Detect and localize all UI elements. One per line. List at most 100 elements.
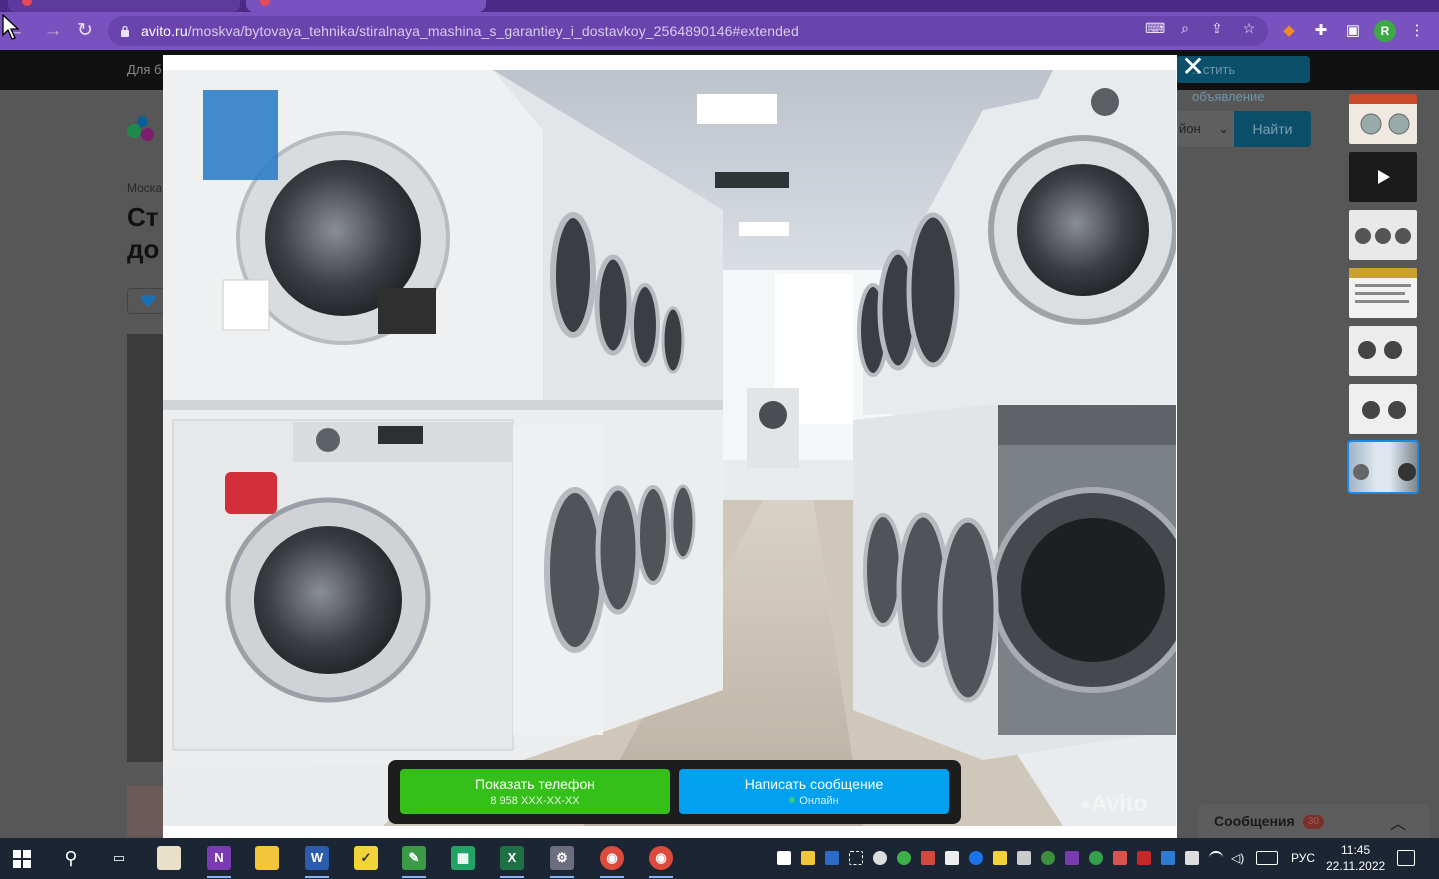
translate-icon[interactable]: ⌨ — [1145, 20, 1165, 36]
watermark-text: Avito — [1090, 790, 1148, 816]
app-tray-icon[interactable] — [825, 851, 839, 865]
url-host: avito.ru — [141, 23, 188, 39]
onenote-tray-icon[interactable] — [1065, 851, 1079, 865]
network-app-icon[interactable]: ⚙ — [550, 846, 574, 878]
main-gallery[interactable] — [127, 334, 167, 762]
wifi-icon[interactable] — [1209, 851, 1223, 865]
washer-photo-icon — [1362, 401, 1406, 419]
thumbnail-4-reviews[interactable] — [1349, 268, 1417, 318]
side-panel-icon[interactable]: ▣ — [1344, 22, 1362, 40]
sticky-notes-icon[interactable]: ✓ — [354, 846, 378, 870]
messages-count-badge: 30 — [1303, 815, 1325, 829]
search-icon[interactable]: ⚲ — [59, 846, 83, 870]
thumbnail-7-selected[interactable] — [1347, 440, 1419, 494]
volume-icon[interactable]: ◁) — [1231, 851, 1245, 865]
taskbar-clock[interactable]: 11:45 22.11.2022 — [1326, 842, 1385, 874]
ex-tray-icon[interactable] — [1161, 851, 1175, 865]
address-bar: ← → ↻ avito.ru/moskva/bytovaya_tehnika/s… — [0, 12, 1439, 50]
puzzle-extension-icon[interactable]: ✚ — [1312, 22, 1330, 40]
page-title-line2: до — [127, 234, 160, 264]
washer-photo-icon — [1355, 228, 1411, 244]
folder-tray-icon[interactable] — [801, 851, 815, 865]
word-icon[interactable]: W — [305, 846, 329, 878]
chrome-profile-icon[interactable]: ◉ — [649, 846, 673, 878]
thumbnail-2-video[interactable] — [1349, 152, 1417, 202]
close-icon[interactable]: ✕ — [1180, 53, 1206, 81]
show-phone-button[interactable]: Показать телефон 8 958 XXX-XX-XX — [400, 769, 670, 814]
chrome-tray-icon[interactable] — [897, 851, 911, 865]
profile-avatar[interactable]: R — [1374, 20, 1396, 42]
phone-masked: 8 958 XXX-XX-XX — [490, 795, 580, 807]
washing-machines-store-image — [163, 70, 1176, 826]
write-message-button[interactable]: Написать сообщение Онлайн — [679, 769, 949, 814]
browser-tab[interactable] — [8, 0, 240, 12]
notes-app-icon[interactable] — [157, 846, 181, 870]
gallery-thumb-strip[interactable] — [127, 786, 167, 836]
chevron-down-icon: ⌄ — [1218, 121, 1230, 136]
thumbnail-3[interactable] — [1349, 210, 1417, 260]
tray-app-icon[interactable] — [921, 851, 935, 865]
thumbnail-6[interactable] — [1349, 384, 1417, 434]
show-phone-label: Показать телефон — [475, 776, 595, 792]
favorite-button[interactable] — [127, 288, 167, 314]
browser-tab-active[interactable] — [246, 0, 486, 12]
taskbar: ⚲ ▭ N W ✓ ✎ ▦ X ⚙ ◉ ◉ ◁) РУС 11:45 22.11… — [0, 838, 1439, 879]
zoom-icon[interactable]: ⌕ — [1177, 20, 1193, 36]
lightbox-photo[interactable] — [163, 70, 1176, 826]
clock-tray-icon[interactable] — [873, 851, 887, 865]
file-explorer-icon[interactable] — [255, 846, 279, 870]
excel-icon[interactable]: X — [500, 846, 524, 878]
fox-extension-icon[interactable]: ◆ — [1280, 22, 1298, 40]
breadcrumb[interactable]: Моска — [127, 181, 162, 195]
region-select[interactable]: йон ⌄ — [1176, 111, 1234, 147]
bookmark-star-icon[interactable]: ☆ — [1241, 20, 1257, 36]
windows-start-icon[interactable] — [13, 850, 31, 868]
page-title: Ст до — [127, 201, 159, 265]
sticky-tray-icon[interactable] — [993, 851, 1007, 865]
sync-tray-icon[interactable] — [969, 851, 983, 865]
task-view-icon[interactable]: ▭ — [107, 846, 131, 870]
search-button[interactable]: Найти — [1234, 111, 1311, 147]
tab-strip — [0, 0, 1439, 12]
online-status-text: Онлайн — [799, 795, 839, 807]
url-text: avito.ru/moskva/bytovaya_tehnika/stiraln… — [141, 23, 799, 39]
notification-center-icon[interactable] — [1397, 850, 1415, 866]
avito-dots-icon: ● — [1080, 794, 1091, 814]
clock-date: 22.11.2022 — [1326, 859, 1386, 873]
snip-tray-icon[interactable] — [849, 851, 863, 865]
keyboard-icon[interactable] — [1256, 851, 1278, 865]
url-field[interactable]: avito.ru/moskva/bytovaya_tehnika/stiraln… — [108, 16, 1268, 46]
input-language[interactable]: РУС — [1291, 851, 1315, 865]
sheets-icon[interactable]: ▦ — [451, 846, 475, 870]
reload-icon[interactable]: ↻ — [72, 18, 98, 44]
online-dot-icon — [789, 797, 796, 803]
url-path: /moskva/bytovaya_tehnika/stiralnaya_mash… — [187, 23, 799, 39]
contact-actions-bar: Показать телефон 8 958 XXX-XX-XX Написат… — [388, 760, 961, 824]
page-title-line1: Ст — [127, 202, 159, 232]
nvidia-tray-icon[interactable] — [1089, 851, 1103, 865]
share-icon[interactable]: ⇪ — [1209, 20, 1225, 36]
battery-tray-icon[interactable] — [1185, 851, 1199, 865]
heart-icon — [140, 294, 156, 307]
onenote-icon[interactable]: N — [207, 846, 231, 878]
washer-photo-icon — [1360, 113, 1410, 135]
window-tray-icon[interactable] — [1017, 851, 1031, 865]
avito-logo[interactable] — [127, 116, 161, 142]
globe-tray-icon[interactable] — [1041, 851, 1055, 865]
chevron-up-icon[interactable]: ︿ — [1390, 810, 1406, 834]
project-app-icon[interactable]: ✎ — [402, 846, 426, 878]
chrome-icon[interactable]: ◉ — [600, 846, 624, 878]
cloud-tray-icon[interactable] — [1113, 851, 1127, 865]
for-business-link[interactable]: Для б — [127, 62, 162, 77]
thumbnail-1[interactable] — [1349, 94, 1417, 144]
file-tray-icon[interactable] — [777, 851, 791, 865]
usb-tray-icon[interactable] — [945, 851, 959, 865]
play-icon — [1378, 170, 1390, 184]
online-status: Онлайн — [679, 795, 949, 807]
thumbnail-5[interactable] — [1349, 326, 1417, 376]
forward-icon[interactable]: → — [40, 18, 66, 44]
menu-kebab-icon[interactable]: ⋮ — [1408, 22, 1426, 40]
acrobat-tray-icon[interactable] — [1137, 851, 1151, 865]
messages-widget[interactable]: Сообщения 30 ︿ — [1198, 804, 1430, 838]
washer-photo-icon — [1353, 463, 1416, 481]
